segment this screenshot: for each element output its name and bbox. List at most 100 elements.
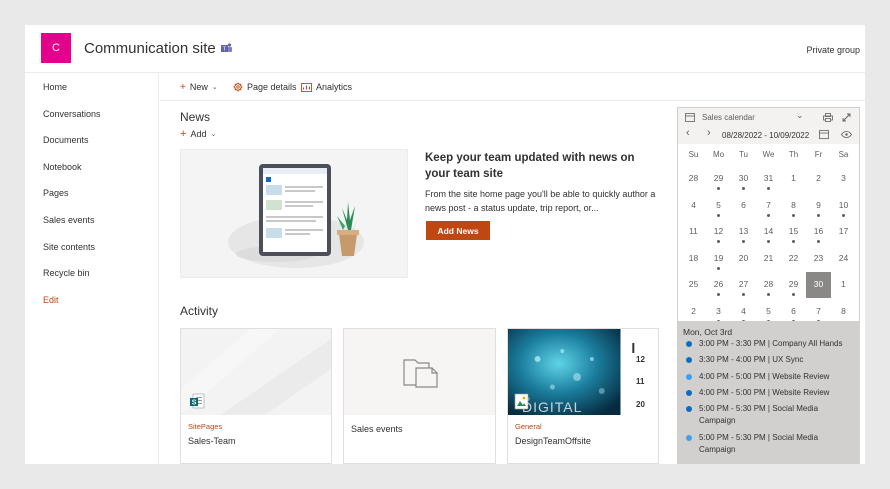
calendar-day-number: 15	[788, 226, 799, 236]
calendar-day[interactable]: 28	[756, 272, 781, 298]
calendar-day-number: 22	[788, 252, 799, 263]
calendar-day[interactable]: 16	[806, 219, 831, 245]
calendar-title[interactable]: Sales calendar	[702, 113, 755, 122]
event-indicator-dot	[717, 187, 720, 190]
calendar-day[interactable]: 5	[706, 193, 731, 219]
nav-item-recycle-bin[interactable]: Recycle bin	[43, 268, 90, 278]
page-details-label: Page details	[247, 82, 297, 92]
calendar-day[interactable]: 11	[681, 219, 706, 245]
calendar-day[interactable]: 19	[706, 246, 731, 272]
calendar-day[interactable]: 6	[731, 193, 756, 219]
chevron-right-icon[interactable]: ›	[707, 127, 711, 139]
nav-item-pages[interactable]: Pages	[43, 188, 69, 198]
teams-icon[interactable]: T	[221, 43, 232, 53]
calendar-day[interactable]: 15	[781, 219, 806, 245]
calendar-day[interactable]: 17	[831, 219, 856, 245]
calendar-day[interactable]: 12	[706, 219, 731, 245]
calendar-day-number: 18	[688, 252, 699, 263]
calendar-day[interactable]: 1	[831, 272, 856, 298]
nav-item-notebook[interactable]: Notebook	[43, 162, 82, 172]
agenda-event[interactable]: 3:00 PM - 3:30 PM | Company All Hands	[683, 338, 855, 350]
nav-item-conversations[interactable]: Conversations	[43, 109, 101, 119]
site-title[interactable]: Communication site	[84, 40, 216, 57]
event-indicator-dot	[842, 213, 845, 217]
event-indicator-dot	[742, 187, 745, 190]
page-details-button[interactable]: Page details	[233, 82, 297, 92]
overlay-text: DIGITAL	[522, 399, 583, 415]
nav-item-sales-events[interactable]: Sales events	[43, 215, 95, 225]
calendar-day[interactable]: 26	[706, 272, 731, 298]
agenda-event[interactable]: 5:00 PM - 5:30 PM | Social Media Campaig…	[683, 432, 855, 456]
calendar-day[interactable]: 24	[831, 246, 856, 272]
calendar-day[interactable]: 20	[731, 246, 756, 272]
calendar-day[interactable]: 29	[781, 272, 806, 298]
news-add-button[interactable]: + Add ⌄	[180, 128, 216, 139]
event-indicator-dot	[792, 213, 795, 217]
nav-item-site-contents[interactable]: Site contents	[43, 242, 95, 252]
event-indicator-dot	[767, 187, 770, 190]
calendar-day[interactable]: 9	[806, 193, 831, 219]
calendar-day[interactable]: 10	[831, 193, 856, 219]
activity-category: General	[515, 422, 542, 431]
eye-icon[interactable]	[841, 131, 852, 138]
calendar-day[interactable]: 1	[781, 166, 806, 192]
activity-card-design-team-offsite[interactable]: DIGITAL 12 11 20 General DesignTeamOffsi…	[507, 328, 659, 464]
calendar-day-number: 19	[713, 252, 724, 263]
event-indicator-dot	[817, 213, 820, 217]
calendar-day[interactable]: 2	[806, 166, 831, 192]
calendar-day[interactable]: 18	[681, 246, 706, 272]
calendar-day[interactable]: 7	[756, 193, 781, 219]
weekday-header: Su	[688, 150, 699, 159]
calendar-day[interactable]: 21	[756, 246, 781, 272]
calendar-day[interactable]: 13	[731, 219, 756, 245]
agenda-event[interactable]: 4:00 PM - 5:00 PM | Website Review	[683, 371, 855, 383]
event-text: 3:00 PM - 3:30 PM | Company All Hands	[699, 339, 843, 348]
print-icon[interactable]	[823, 113, 833, 122]
nav-item-documents[interactable]: Documents	[43, 135, 89, 145]
agenda-event[interactable]: 5:00 PM - 5:30 PM | Social Media Campaig…	[683, 403, 855, 427]
activity-card-sales-events[interactable]: Sales events	[343, 328, 496, 464]
chevron-down-icon[interactable]: ⌄	[796, 110, 804, 121]
calendar-day[interactable]: 28	[681, 166, 706, 192]
weekday-header: Tu	[738, 150, 749, 159]
expand-icon[interactable]	[842, 113, 851, 122]
site-logo[interactable]: C	[41, 33, 71, 63]
calendar-day[interactable]: 14	[756, 219, 781, 245]
agenda-event[interactable]: 4:00 PM - 5:00 PM | Website Review	[683, 387, 855, 399]
calendar-day[interactable]: 31	[756, 166, 781, 192]
event-indicator-dot	[742, 240, 745, 243]
calendar-day[interactable]: 4	[681, 193, 706, 219]
calendar-day[interactable]: 27	[731, 272, 756, 298]
calendar-day-number: 20	[738, 252, 749, 263]
date-picker-icon[interactable]	[819, 130, 829, 139]
calendar-day-number: 5	[766, 305, 771, 316]
calendar-day[interactable]: 30	[731, 166, 756, 192]
agenda-event[interactable]: 3:30 PM - 4:00 PM | UX Sync	[683, 354, 855, 366]
calendar-day-number: 8	[791, 199, 796, 210]
event-indicator-dot	[717, 240, 720, 243]
calendar-day[interactable]: 3	[831, 166, 856, 192]
activity-card-sales-team[interactable]: S SitePages Sales-Team	[180, 328, 332, 464]
calendar-day[interactable]: 23	[806, 246, 831, 272]
chevron-left-icon[interactable]: ‹	[686, 127, 690, 139]
event-indicator-dot	[717, 293, 720, 296]
calendar-day-number: 24	[838, 252, 849, 263]
activity-category: SitePages	[188, 422, 223, 431]
nav-item-home[interactable]: Home	[43, 82, 67, 92]
activity-section-title: Activity	[180, 304, 219, 318]
calendar-day-number: 28	[688, 173, 699, 183]
nav-edit-link[interactable]: Edit	[43, 295, 59, 305]
analytics-button[interactable]: Analytics	[301, 82, 352, 92]
calendar-day[interactable]: 25	[681, 272, 706, 298]
calendar-day-number: 2	[691, 305, 696, 316]
new-button[interactable]: + New ⌄	[180, 82, 218, 92]
weekday-header: Fr	[814, 150, 823, 159]
site-header: C Communication site T Private group	[25, 25, 865, 73]
calendar-day[interactable]: 30	[806, 272, 831, 298]
add-news-button[interactable]: Add News	[426, 221, 490, 240]
calendar-day[interactable]: 29	[706, 166, 731, 192]
calendar-day[interactable]: 8	[781, 193, 806, 219]
calendar-day[interactable]: 22	[781, 246, 806, 272]
weekday-header: We	[762, 150, 775, 159]
news-illustration	[180, 149, 408, 278]
